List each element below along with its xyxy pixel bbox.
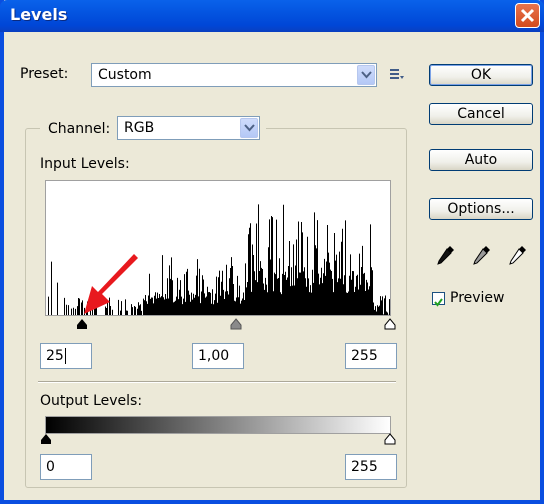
input-black-field[interactable]: 25 bbox=[40, 343, 92, 369]
black-eyedropper-icon[interactable] bbox=[436, 244, 456, 266]
channel-dropdown[interactable]: RGB bbox=[117, 116, 260, 140]
output-levels-label: Output Levels: bbox=[40, 393, 143, 409]
input-gamma-field[interactable]: 1,00 bbox=[192, 343, 244, 369]
cancel-button[interactable]: Cancel bbox=[429, 103, 533, 125]
output-white-slider[interactable] bbox=[384, 433, 396, 445]
output-black-value: 0 bbox=[46, 459, 55, 475]
annotation-arrow-icon bbox=[84, 254, 138, 314]
close-button[interactable] bbox=[515, 3, 540, 28]
dialog-title: Levels bbox=[10, 5, 68, 24]
preset-value: Custom bbox=[98, 67, 152, 83]
chevron-down-icon[interactable] bbox=[357, 65, 375, 85]
input-gamma-slider[interactable] bbox=[230, 318, 242, 330]
preset-label: Preset: bbox=[20, 66, 69, 82]
gray-eyedropper-icon[interactable] bbox=[472, 244, 492, 266]
white-eyedropper-icon[interactable] bbox=[508, 244, 528, 266]
preset-dropdown[interactable]: Custom bbox=[91, 63, 377, 87]
input-white-field[interactable]: 255 bbox=[345, 343, 397, 369]
options-button[interactable]: Options... bbox=[429, 198, 533, 220]
preview-label: Preview bbox=[450, 290, 505, 306]
input-white-value: 255 bbox=[351, 348, 378, 364]
input-levels-label: Input Levels: bbox=[40, 156, 130, 172]
output-black-field[interactable]: 0 bbox=[40, 454, 92, 480]
chevron-down-icon[interactable] bbox=[240, 118, 258, 138]
separator bbox=[38, 381, 396, 383]
output-black-slider[interactable] bbox=[40, 433, 52, 445]
ok-button[interactable]: OK bbox=[429, 64, 533, 86]
output-white-value: 255 bbox=[351, 459, 378, 475]
output-white-field[interactable]: 255 bbox=[345, 454, 397, 480]
close-icon bbox=[520, 8, 535, 23]
output-gradient bbox=[45, 416, 391, 434]
text-cursor bbox=[64, 348, 66, 364]
levels-dialog: Levels Preset: Custom OK Cancel Auto Opt… bbox=[0, 0, 544, 504]
options-menu-icon[interactable] bbox=[389, 68, 405, 82]
input-gamma-value: 1,00 bbox=[198, 348, 230, 364]
channel-value: RGB bbox=[124, 120, 155, 136]
preview-checkbox[interactable] bbox=[432, 292, 445, 307]
title-bar[interactable]: Levels bbox=[0, 0, 544, 32]
input-white-slider[interactable] bbox=[384, 318, 396, 330]
channel-label: Channel: bbox=[48, 121, 111, 137]
checkbox-check-icon bbox=[434, 298, 443, 307]
auto-button[interactable]: Auto bbox=[429, 149, 533, 171]
input-black-value: 25 bbox=[46, 348, 64, 364]
